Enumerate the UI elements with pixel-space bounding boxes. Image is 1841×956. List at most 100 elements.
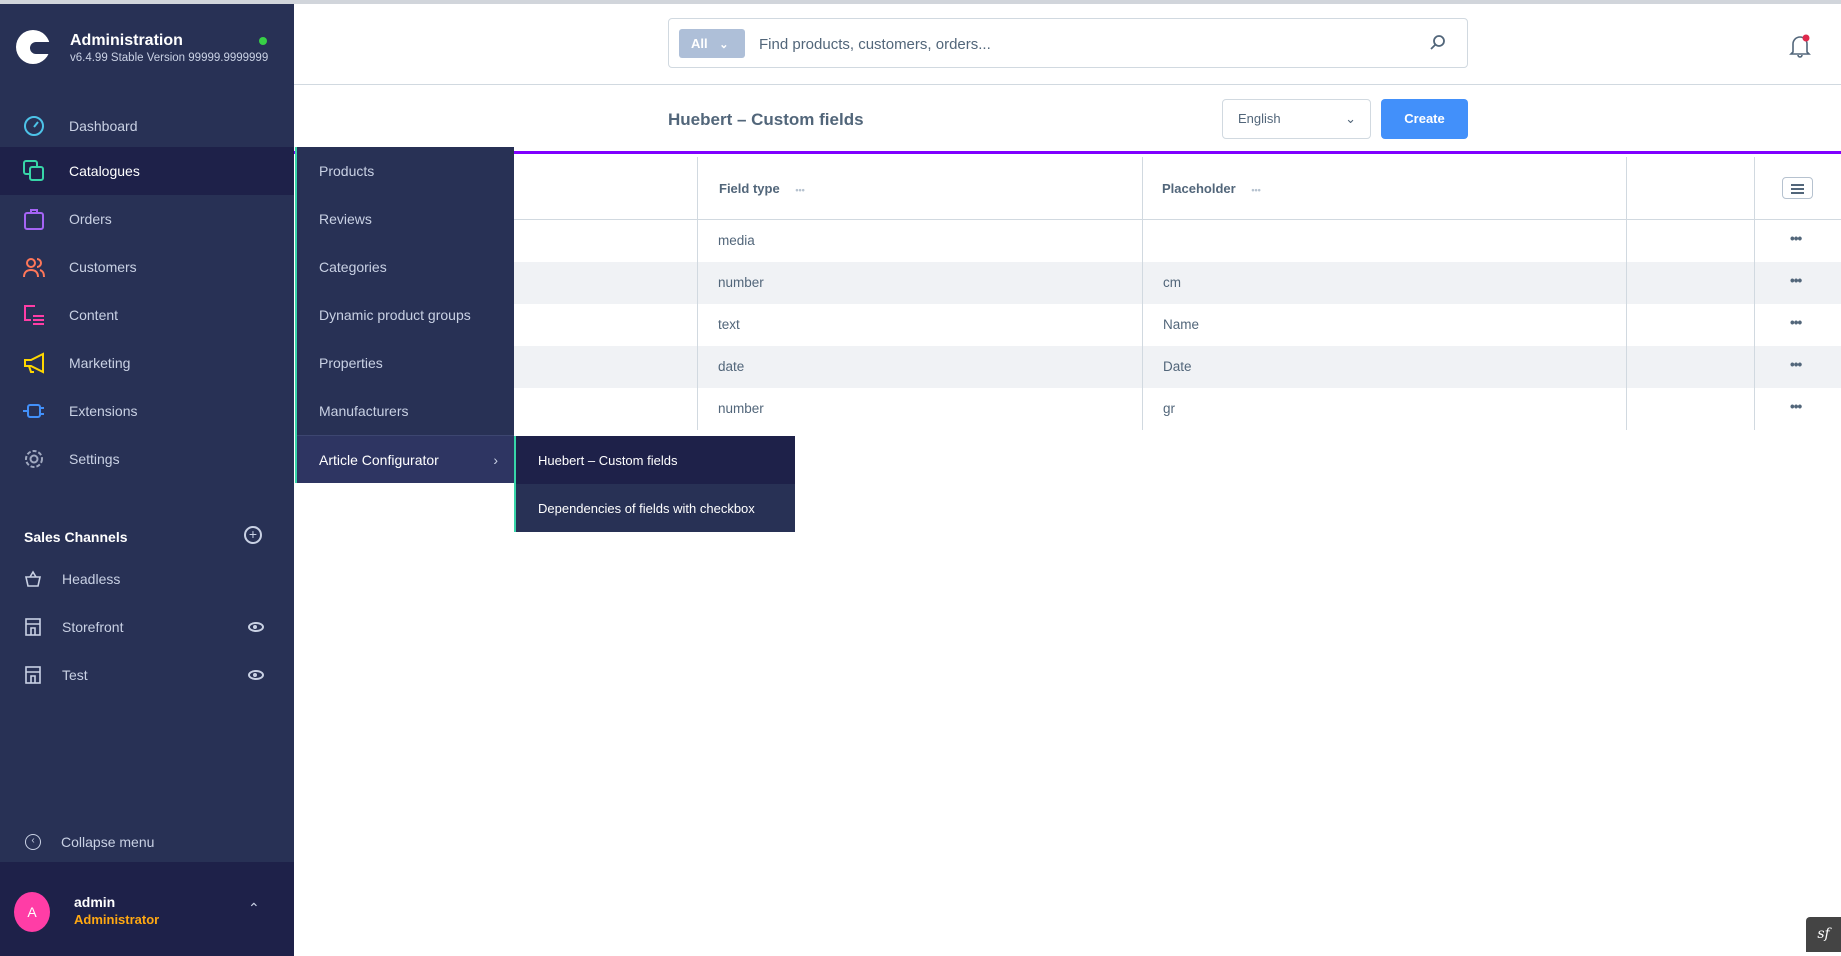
column-divider [1142, 157, 1143, 430]
column-divider [697, 157, 698, 430]
sales-channel-test[interactable]: Test [0, 655, 294, 695]
storefront-icon [24, 666, 42, 684]
cell-field-type: text [718, 317, 740, 332]
cell-placeholder: Date [1163, 359, 1192, 374]
submenu-item-huebert-custom-fields[interactable]: Huebert – Custom fields [516, 436, 795, 484]
content-icon [23, 304, 45, 326]
collapse-menu-button[interactable]: ‹ Collapse menu [0, 824, 294, 860]
column-divider [1754, 157, 1755, 430]
sidebar-item-content[interactable]: Content [0, 291, 294, 339]
article-configurator-submenu: Huebert – Custom fields Dependencies of … [514, 436, 795, 532]
row-actions-button[interactable]: ••• [1790, 388, 1802, 426]
eye-icon[interactable] [248, 622, 264, 632]
flyout-item-label: Article Configurator [319, 451, 439, 468]
chevron-right-icon: › [493, 451, 498, 468]
row-actions-button[interactable]: ••• [1790, 304, 1802, 342]
column-divider [1626, 157, 1627, 430]
sales-channel-label: Test [62, 667, 88, 683]
eye-icon[interactable] [248, 670, 264, 680]
cell-field-type: number [718, 401, 764, 416]
search-icon[interactable] [1429, 34, 1447, 57]
user-name: admin [74, 894, 116, 910]
search-type-select[interactable]: All ⌄ [679, 29, 745, 58]
row-actions-button[interactable]: ••• [1790, 346, 1802, 384]
flyout-item-manufacturers[interactable]: Manufacturers [297, 387, 514, 435]
language-value: English [1238, 111, 1281, 126]
sales-channel-label: Headless [62, 571, 121, 587]
sidebar-item-label: Dashboard [69, 118, 138, 134]
users-icon [23, 256, 45, 278]
search-type-label: All [691, 36, 708, 51]
flyout-item-categories[interactable]: Categories [297, 243, 514, 291]
catalogues-flyout-menu: Products Reviews Categories Dynamic prod… [295, 147, 514, 483]
page-title: Huebert – Custom fields [668, 110, 864, 129]
sidebar-item-label: Customers [69, 259, 137, 275]
gear-icon [23, 448, 45, 470]
table-row[interactable]: text Name ••• [513, 304, 1841, 346]
user-profile[interactable]: A admin Administrator ⌃ [0, 862, 294, 956]
megaphone-icon [23, 352, 45, 374]
plug-icon [23, 400, 45, 422]
sidebar-item-label: Settings [69, 451, 120, 467]
flyout-item-dynamic-product-groups[interactable]: Dynamic product groups [297, 291, 514, 339]
sidebar-item-dashboard[interactable]: Dashboard [0, 102, 294, 150]
row-actions-button[interactable]: ••• [1790, 220, 1802, 258]
app-title: Administration [70, 32, 183, 49]
create-button[interactable]: Create [1381, 99, 1468, 139]
table-row[interactable]: date Date ••• [513, 346, 1841, 388]
sidebar-item-label: Orders [69, 211, 112, 227]
row-actions-button[interactable]: ••• [1790, 262, 1802, 300]
sidebar-item-customers[interactable]: Customers [0, 243, 294, 291]
flyout-item-properties[interactable]: Properties [297, 339, 514, 387]
cell-placeholder: cm [1163, 275, 1181, 290]
language-select[interactable]: English ⌄ [1222, 99, 1371, 139]
column-header-placeholder[interactable]: Placeholder ••• [1142, 157, 1626, 220]
sidebar-item-label: Extensions [69, 403, 138, 419]
collapse-menu-label: Collapse menu [61, 834, 155, 850]
sidebar-item-catalogues[interactable]: Catalogues [0, 147, 294, 195]
chevron-down-icon: ⌄ [719, 39, 729, 51]
catalogues-icon [23, 160, 45, 182]
sidebar-item-settings[interactable]: Settings [0, 435, 294, 483]
sidebar-item-orders[interactable]: Orders [0, 195, 294, 243]
status-indicator [259, 37, 267, 45]
column-settings-button[interactable] [1782, 177, 1813, 199]
sales-channels-heading: Sales Channels [24, 529, 128, 545]
global-search: All ⌄ [668, 18, 1468, 68]
sales-channel-storefront[interactable]: Storefront [0, 607, 294, 647]
flyout-item-article-configurator[interactable]: Article Configurator › [297, 435, 514, 483]
sales-channel-headless[interactable]: Headless [0, 559, 294, 599]
notification-bell-icon[interactable] [1789, 34, 1811, 63]
cell-field-type: date [718, 359, 745, 374]
search-input[interactable] [759, 31, 1399, 57]
column-menu-icon[interactable]: ••• [795, 185, 804, 195]
column-label: Field type [719, 181, 780, 196]
storefront-icon [24, 618, 42, 636]
table-row[interactable]: media ••• [513, 220, 1841, 262]
chevron-up-icon[interactable]: ⌃ [248, 900, 260, 917]
cell-placeholder: gr [1163, 401, 1176, 416]
flyout-item-reviews[interactable]: Reviews [297, 195, 514, 243]
column-label: Placeholder [1162, 181, 1236, 196]
sales-channel-label: Storefront [62, 619, 124, 635]
add-sales-channel-icon[interactable]: + [244, 526, 262, 544]
avatar: A [14, 892, 50, 932]
table-row[interactable]: number gr ••• [513, 388, 1841, 430]
sidebar-item-label: Marketing [69, 355, 131, 371]
sidebar-item-marketing[interactable]: Marketing [0, 339, 294, 387]
shopping-bag-icon [23, 208, 45, 230]
cell-field-type: media [718, 233, 755, 248]
shopware-logo[interactable] [16, 30, 52, 64]
app-version: v6.4.99 Stable Version 99999.9999999 [70, 52, 269, 64]
table-row[interactable]: number cm ••• [513, 262, 1841, 304]
symfony-toolbar-icon[interactable]: sf [1806, 917, 1841, 952]
chevron-left-circle-icon: ‹ [25, 834, 41, 850]
flyout-item-products[interactable]: Products [297, 147, 514, 195]
chevron-down-icon: ⌄ [1345, 111, 1356, 126]
sidebar-item-extensions[interactable]: Extensions [0, 387, 294, 435]
column-header-field-type[interactable]: Field type ••• [697, 157, 1142, 220]
page-header [294, 85, 1841, 154]
column-menu-icon[interactable]: ••• [1251, 185, 1260, 195]
cell-field-type: number [718, 275, 764, 290]
submenu-item-dependencies[interactable]: Dependencies of fields with checkbox [516, 484, 795, 532]
